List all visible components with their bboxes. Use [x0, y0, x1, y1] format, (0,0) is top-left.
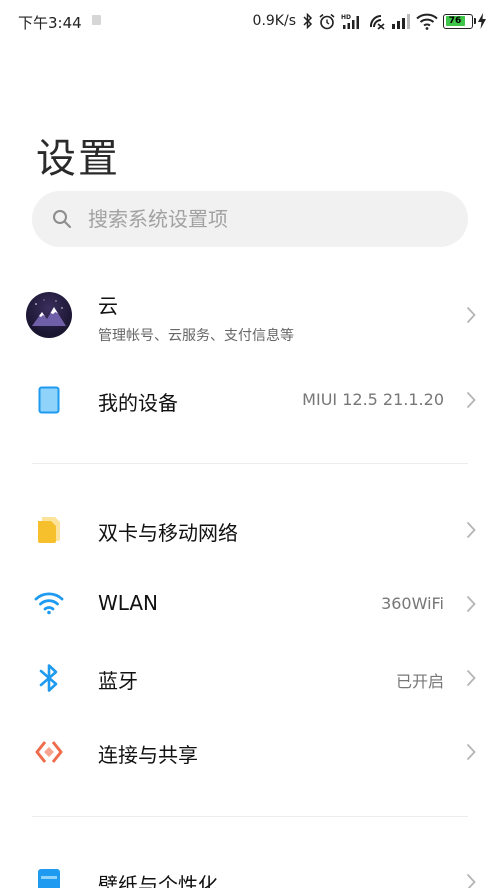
mountain-icon [32, 299, 66, 326]
share-connection-icon [35, 741, 63, 763]
chevron-right-icon [466, 595, 476, 613]
bluetooth-icon [303, 13, 313, 29]
wallpaper-label: 壁纸与个性化 [98, 873, 218, 888]
status-icons: 0.9K/s HD 76 [253, 9, 486, 33]
settings-item-cloud[interactable]: 云 管理帐号、云服务、支付信息等 [0, 286, 500, 344]
sim-card-icon [38, 517, 60, 543]
settings-item-wlan[interactable]: WLAN 360WiFi [0, 582, 500, 626]
my-device-label: 我的设备 [98, 391, 178, 415]
divider [32, 816, 468, 817]
bluetooth-status: 已开启 [395, 672, 444, 691]
connection-sharing-label: 连接与共享 [98, 743, 198, 767]
battery-level: 76 [448, 15, 462, 26]
cloud-subtitle: 管理帐号、云服务、支付信息等 [98, 328, 294, 344]
wifi-icon [416, 13, 438, 30]
alarm-icon [319, 13, 335, 29]
dual-sim-label: 双卡与移动网络 [98, 521, 238, 545]
wlan-network-name: 360WiFi [381, 594, 444, 613]
search-input[interactable] [88, 207, 428, 231]
divider [32, 463, 468, 464]
chevron-right-icon [466, 743, 476, 761]
settings-item-bluetooth[interactable]: 蓝牙 已开启 [0, 656, 500, 700]
search-icon [53, 210, 71, 228]
bluetooth-icon [39, 664, 58, 692]
chevron-right-icon [466, 873, 476, 888]
wlan-label: WLAN [98, 591, 159, 615]
wallpaper-icon [38, 869, 60, 888]
avatar [26, 292, 72, 338]
no-sim-icon [369, 14, 385, 30]
battery-icon: 76 [443, 13, 476, 29]
status-bar: 下午3:44 0.9K/s HD 76 [0, 0, 500, 44]
settings-item-dual-sim[interactable]: 双卡与移动网络 [0, 508, 500, 552]
search-bar[interactable] [32, 191, 468, 247]
page-title: 设置 [36, 136, 120, 182]
charging-icon [478, 13, 486, 29]
bluetooth-label: 蓝牙 [98, 669, 138, 693]
status-time: 下午3:44 [18, 14, 82, 32]
chevron-right-icon [466, 521, 476, 539]
signal-icon [392, 14, 410, 29]
settings-item-my-device[interactable]: 我的设备 MIUI 12.5 21.1.20 [0, 378, 500, 422]
settings-item-wallpaper[interactable]: 壁纸与个性化 [0, 860, 500, 888]
cloud-label: 云 [98, 294, 118, 318]
svg-text:HD: HD [341, 14, 351, 21]
notification-dot-icon [92, 15, 101, 25]
chevron-right-icon [466, 391, 476, 409]
hd-signal-icon: HD [341, 14, 359, 29]
miui-version: MIUI 12.5 21.1.20 [302, 390, 444, 409]
chevron-right-icon [466, 669, 476, 687]
wifi-icon [34, 592, 64, 615]
phone-icon [38, 386, 60, 414]
settings-item-connection-sharing[interactable]: 连接与共享 [0, 730, 500, 774]
chevron-right-icon [466, 306, 476, 324]
network-speed: 0.9K/s [252, 13, 296, 29]
